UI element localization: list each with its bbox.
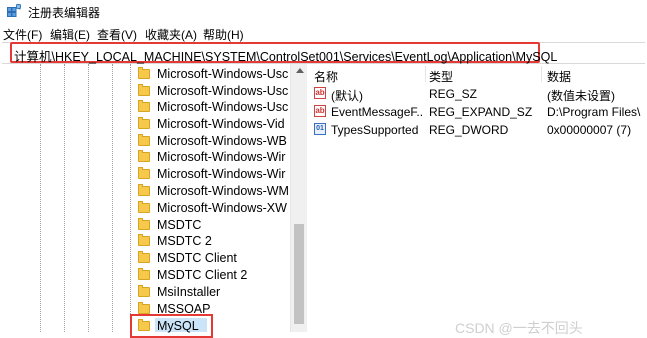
value-type: REG_EXPAND_SZ (429, 105, 533, 119)
folder-icon (138, 268, 150, 280)
value-type: REG_SZ (429, 87, 478, 101)
value-row[interactable]: 01 TypesSupported REG_DWORD 0x00000007 (… (309, 121, 647, 139)
tree-guide-line (88, 64, 89, 332)
folder-icon (138, 285, 150, 297)
column-header-data[interactable]: 数据 (547, 68, 571, 85)
folder-icon (138, 100, 150, 112)
window-title: 注册表编辑器 (28, 6, 101, 20)
values-list: 名称 类型 数据 ab (默认) REG_SZ (数值未设置) ab Event… (309, 64, 647, 332)
tree-guide-line (112, 64, 113, 332)
folder-icon (138, 302, 150, 314)
binary-value-icon: 01 (314, 123, 326, 135)
folder-icon (138, 234, 150, 246)
menu-file[interactable]: 文件(F) (3, 26, 42, 43)
tree-scrollbar[interactable] (290, 64, 307, 332)
value-name: (默认) (331, 89, 363, 103)
tree-guide-line (130, 64, 131, 332)
value-type: REG_DWORD (429, 123, 509, 137)
value-data: 0x00000007 (7) (547, 123, 632, 137)
tree-guide-line (64, 64, 65, 332)
address-path[interactable]: 计算机\HKEY_LOCAL_MACHINE\SYSTEM\ControlSet… (14, 46, 557, 65)
menu-favorites[interactable]: 收藏夹(A) (145, 26, 197, 43)
scroll-up-arrow-icon[interactable] (296, 68, 304, 73)
menu-edit[interactable]: 编辑(E) (50, 26, 90, 43)
menu-view[interactable]: 查看(V) (97, 26, 137, 43)
value-name: EventMessageF... (331, 105, 423, 119)
folder-icon (138, 167, 150, 179)
title-bar: 注册表编辑器 (0, 0, 647, 22)
column-separator[interactable] (541, 66, 542, 82)
value-name: TypesSupported (331, 123, 419, 137)
folder-icon (138, 218, 150, 230)
registry-editor-icon (7, 4, 21, 17)
folder-icon (138, 150, 150, 162)
value-data: D:\Program Files\ (547, 105, 641, 119)
column-header-name[interactable]: 名称 (314, 68, 338, 85)
folder-icon (138, 117, 150, 129)
folder-icon (138, 184, 150, 196)
watermark: CSDN @一去不回头 (455, 320, 583, 336)
folder-icon (138, 67, 150, 79)
folder-icon (138, 201, 150, 213)
folder-icon (138, 134, 150, 146)
string-value-icon: ab (314, 105, 326, 117)
tree-guide-line (40, 64, 41, 332)
value-data: (数值未设置) (547, 89, 615, 103)
folder-icon (138, 251, 150, 263)
folder-icon (138, 84, 150, 96)
menu-help[interactable]: 帮助(H) (203, 26, 244, 43)
mysql-highlight-box (130, 314, 213, 338)
value-row[interactable]: ab EventMessageF... REG_EXPAND_SZ D:\Pro… (309, 103, 647, 121)
tree-pane: Microsoft-Windows-Usc Microsoft-Windows-… (0, 64, 307, 332)
menu-bar: 文件(F) 编辑(E) 查看(V) 收藏夹(A) 帮助(H) (0, 24, 647, 42)
value-row[interactable]: ab (默认) REG_SZ (数值未设置) (309, 85, 647, 103)
scroll-thumb[interactable] (294, 224, 304, 324)
column-separator[interactable] (425, 66, 426, 82)
column-header-type[interactable]: 类型 (429, 68, 453, 85)
string-value-icon: ab (314, 87, 326, 99)
